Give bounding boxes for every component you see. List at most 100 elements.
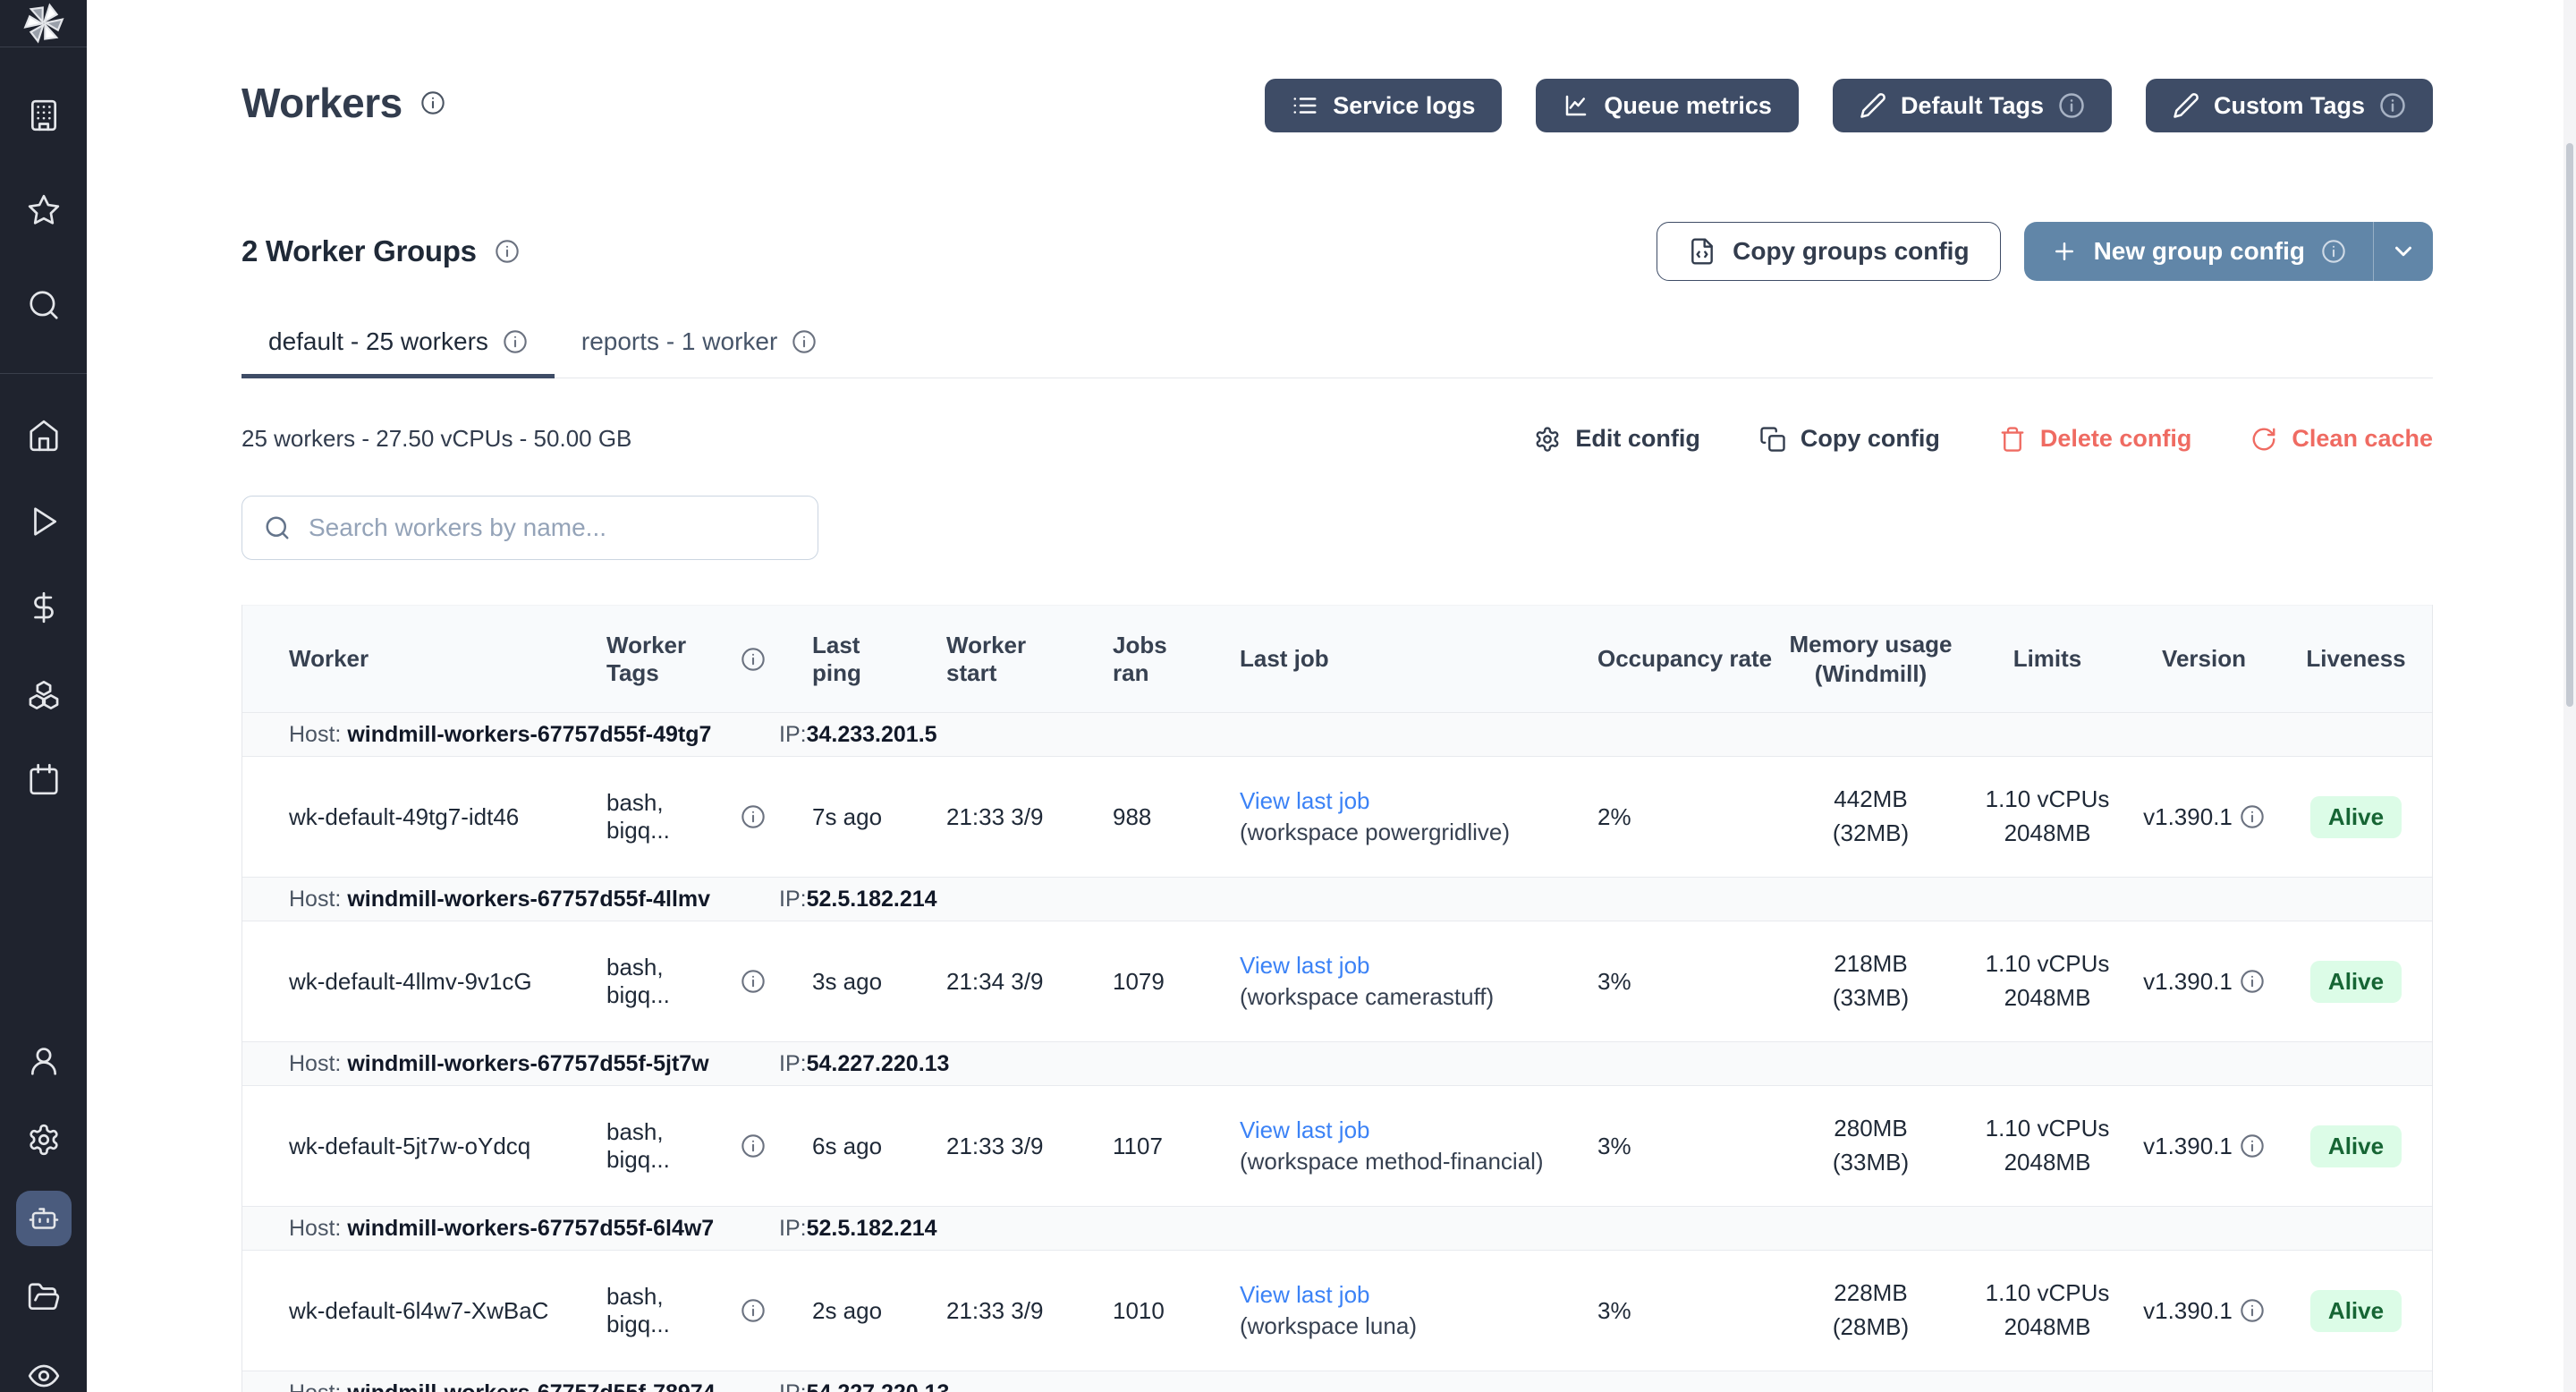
jobs-ran: 1079 [1066, 968, 1193, 996]
col-occupancy: Occupancy rate [1551, 645, 1775, 673]
host-row: Host: windmill-workers-67757d55f-6l4w7 I… [242, 1206, 2432, 1251]
sidebar-item-variables[interactable] [16, 580, 72, 635]
edit-config-button[interactable]: Edit config [1534, 425, 1699, 453]
last-job: View last job (workspace method-financia… [1193, 1116, 1551, 1176]
col-last-job: Last job [1193, 645, 1551, 673]
gear-icon [1534, 426, 1561, 453]
clean-cache-button[interactable]: Clean cache [2250, 425, 2433, 453]
job-workspace: (workspace method-financial) [1240, 1148, 1551, 1176]
host-row: Host: windmill-workers-67757d55f-49tg7 I… [242, 712, 2432, 757]
host-ip: 52.5.182.214 [807, 887, 937, 912]
sidebar-item-workers[interactable] [16, 1191, 72, 1246]
sidebar-item-settings[interactable] [16, 1112, 72, 1167]
queue-metrics-button[interactable]: Queue metrics [1536, 79, 1799, 132]
chevron-down-icon [2390, 238, 2417, 265]
info-icon[interactable] [420, 90, 445, 115]
sidebar-item-runs[interactable] [16, 494, 72, 549]
new-group-config-button[interactable]: New group config [2024, 222, 2374, 281]
col-liveness: Liveness [2280, 645, 2432, 673]
view-last-job-link[interactable]: View last job [1240, 952, 1551, 980]
pencil-icon [2173, 92, 2199, 119]
group-summary: 25 workers - 27.50 vCPUs - 50.00 GB [242, 425, 631, 453]
custom-tags-button[interactable]: Custom Tags [2146, 79, 2433, 132]
clean-cache-label: Clean cache [2292, 425, 2433, 453]
info-icon[interactable] [741, 804, 766, 829]
windmill-logo[interactable] [0, 0, 87, 47]
worker-tags: bash, bigq... [560, 789, 766, 845]
sidebar-item-search[interactable] [16, 277, 72, 333]
search-input[interactable] [309, 514, 796, 542]
info-icon[interactable] [741, 647, 766, 672]
worker-tags: bash, bigq... [560, 954, 766, 1009]
memory-usage: 218MB (33MB) [1775, 947, 1967, 1014]
search-icon [27, 288, 61, 322]
eye-icon [27, 1359, 61, 1392]
default-tags-label: Default Tags [1901, 92, 2044, 120]
robot-icon [28, 1202, 60, 1235]
config-bar: 25 workers - 27.50 vCPUs - 50.00 GB Edit… [242, 425, 2433, 453]
liveness: Alive [2280, 961, 2432, 1003]
worker-name: wk-default-49tg7-idt46 [242, 803, 560, 831]
new-group-config-dropdown[interactable] [2374, 222, 2433, 281]
col-worker-tags: Worker Tags [560, 632, 766, 687]
host-row: Host: windmill-workers-67757d55f-78974 I… [242, 1371, 2432, 1392]
status-badge: Alive [2310, 1290, 2402, 1332]
delete-config-button[interactable]: Delete config [1999, 425, 2192, 453]
scrollbar[interactable] [2563, 0, 2576, 1392]
copy-groups-config-button[interactable]: Copy groups config [1657, 222, 2000, 281]
edit-config-label: Edit config [1575, 425, 1699, 453]
sidebar-main-group [0, 374, 87, 841]
info-icon[interactable] [792, 329, 817, 354]
file-icon [1688, 237, 1716, 266]
info-icon[interactable] [2240, 1133, 2265, 1159]
job-workspace: (workspace luna) [1240, 1312, 1551, 1340]
worker-groups-heading: 2 Worker Groups [242, 234, 477, 268]
tab-default-label: default - 25 workers [268, 327, 488, 356]
info-icon[interactable] [2240, 969, 2265, 994]
status-badge: Alive [2310, 796, 2402, 838]
worker-tags: bash, bigq... [560, 1283, 766, 1338]
sidebar-item-home[interactable] [16, 408, 72, 463]
info-icon[interactable] [503, 329, 528, 354]
host-name: windmill-workers-67757d55f-49tg7 [347, 722, 711, 747]
info-icon[interactable] [2379, 92, 2406, 119]
sidebar-item-folders[interactable] [16, 1269, 72, 1325]
copy-config-button[interactable]: Copy config [1759, 425, 1940, 453]
sidebar-item-audit[interactable] [16, 1348, 72, 1392]
last-job: View last job (workspace luna) [1193, 1281, 1551, 1340]
main-content: Workers Service logs Queue metrics Defau… [87, 0, 2576, 1392]
service-logs-button[interactable]: Service logs [1265, 79, 1502, 132]
view-last-job-link[interactable]: View last job [1240, 787, 1551, 815]
view-last-job-link[interactable]: View last job [1240, 1281, 1551, 1309]
memory-usage: 228MB (28MB) [1775, 1277, 1967, 1344]
queue-metrics-label: Queue metrics [1604, 92, 1772, 120]
info-icon[interactable] [741, 1298, 766, 1323]
info-icon[interactable] [495, 239, 520, 264]
limits: 1.10 vCPUs 2048MB [1967, 783, 2128, 850]
view-last-job-link[interactable]: View last job [1240, 1116, 1551, 1144]
delete-config-label: Delete config [2040, 425, 2192, 453]
app-window: Workers Service logs Queue metrics Defau… [0, 0, 2576, 1392]
sidebar-item-users[interactable] [16, 1033, 72, 1089]
job-workspace: (workspace powergridlive) [1240, 819, 1551, 846]
info-icon[interactable] [741, 1133, 766, 1159]
liveness: Alive [2280, 796, 2432, 838]
sidebar-item-resources[interactable] [16, 666, 72, 721]
tab-reports[interactable]: reports - 1 worker [555, 327, 843, 378]
tab-default[interactable]: default - 25 workers [242, 327, 555, 378]
sidebar-item-favorites[interactable] [16, 182, 72, 238]
info-icon[interactable] [2321, 239, 2346, 264]
sidebar-item-schedules[interactable] [16, 751, 72, 807]
info-icon[interactable] [2240, 804, 2265, 829]
info-icon[interactable] [741, 969, 766, 994]
worker-group-tabs: default - 25 workers reports - 1 worker [242, 327, 2433, 378]
host-name: windmill-workers-67757d55f-5jt7w [347, 1051, 708, 1076]
sidebar-item-workspace[interactable] [16, 88, 72, 143]
info-icon[interactable] [2240, 1298, 2265, 1323]
info-icon[interactable] [2058, 92, 2085, 119]
worker-row: wk-default-49tg7-idt46 bash, bigq... 7s … [242, 757, 2432, 877]
scrollbar-thumb[interactable] [2566, 143, 2573, 707]
default-tags-button[interactable]: Default Tags [1833, 79, 2112, 132]
host-ip: 54.227.220.13 [807, 1380, 950, 1392]
col-last-ping: Last ping [766, 632, 900, 687]
